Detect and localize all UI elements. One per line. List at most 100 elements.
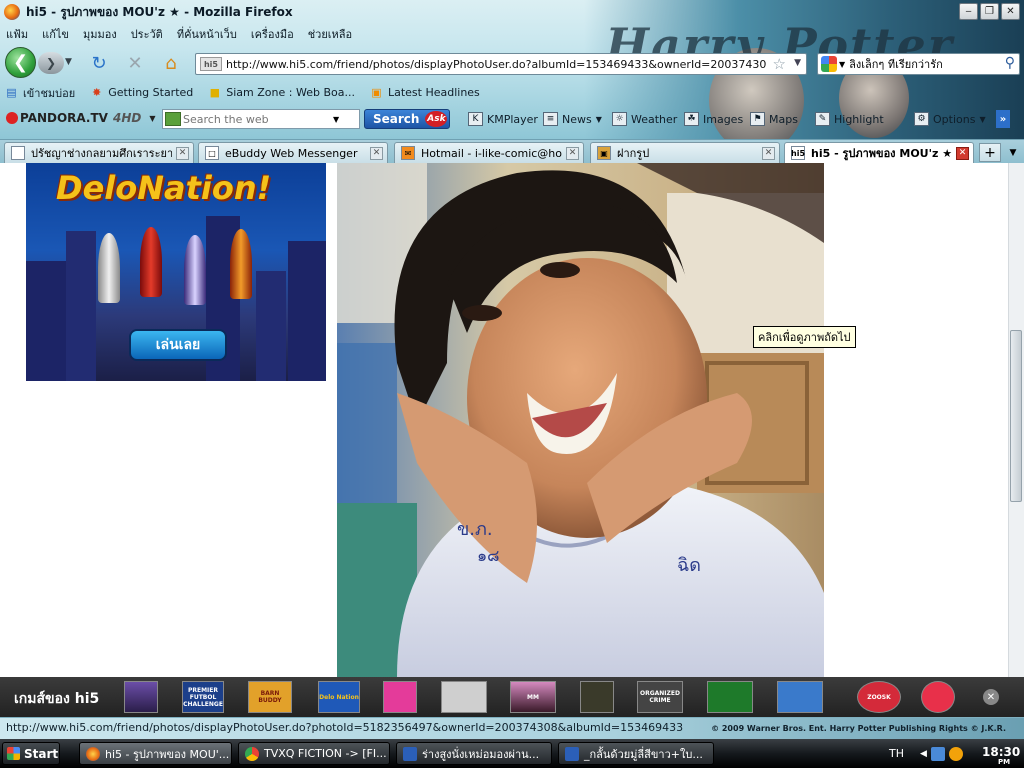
game-thumb[interactable]: [441, 681, 487, 713]
stop-icon[interactable]: ✕: [124, 52, 146, 74]
game-label: Delo Nation: [319, 693, 359, 701]
profile-photo[interactable]: ข.ภ. ๑๘ ฉิด: [337, 163, 824, 677]
game-thumb[interactable]: [777, 681, 823, 713]
menu-view[interactable]: มุมมอง: [83, 25, 117, 43]
tab-5-active[interactable]: hi5 hi5 - รูปภาพของ MOU'z ★ ✕: [784, 142, 974, 163]
tab-close-icon[interactable]: ✕: [176, 146, 189, 160]
bookmark-getting-started[interactable]: ✸ Getting Started: [89, 86, 193, 100]
hi5-games-bar: เกมส์ของ hi5 PREMIER FUTBOL CHALLENGE BA…: [0, 677, 1024, 717]
taskbar-item-word-1[interactable]: ร่างสูงนั่งเหม่อมองผ่าน...: [396, 742, 552, 765]
forward-button[interactable]: ❯: [38, 52, 64, 74]
url-bar[interactable]: hi5 ☆ ▼: [195, 53, 807, 75]
engine-dropdown-icon[interactable]: ▼: [839, 60, 845, 69]
menu-history[interactable]: ประวัติ: [131, 25, 163, 43]
taskbar-item-firefox[interactable]: hi5 - รูปภาพของ MOU'...: [79, 742, 232, 765]
game-thumb[interactable]: [580, 681, 614, 713]
toolbar-options[interactable]: ⚙ Options ▼: [914, 112, 986, 126]
pandora-tv-button[interactable]: PANDORA.TV 4HD ▼: [6, 111, 155, 125]
tab-4[interactable]: ▣ ฝากรูป ✕: [590, 142, 780, 163]
tab-3[interactable]: ✉ Hotmail - i-like-comic@hotm... ✕: [394, 142, 584, 163]
search-input[interactable]: [849, 57, 990, 71]
game-thumb[interactable]: [707, 681, 753, 713]
taskbar-item-label: hi5 - รูปภาพของ MOU'...: [105, 747, 230, 761]
ask-search-input[interactable]: [183, 112, 333, 126]
bookmark-most-visited[interactable]: ▤ เข้าชมบ่อย: [4, 84, 75, 102]
browser-chrome: Harry Potter hi5 - รูปภาพของ MOU'z ★ - M…: [0, 0, 1024, 163]
search-bar[interactable]: ▼ ⚲: [817, 53, 1020, 75]
menu-bookmarks[interactable]: ที่คั่นหน้าเว็บ: [177, 25, 237, 43]
toolbar-kmplayer[interactable]: K KMPlayer: [468, 112, 538, 126]
ask-search-button[interactable]: Search Ask: [364, 109, 450, 129]
games-bar-close-icon[interactable]: ✕: [983, 689, 999, 705]
tab-close-icon[interactable]: ✕: [370, 146, 383, 160]
bookmark-siam-zone[interactable]: ■ Siam Zone : Web Boa...: [207, 86, 355, 100]
tab-close-icon[interactable]: ✕: [956, 146, 969, 160]
game-thumb[interactable]: [383, 681, 417, 713]
new-tab-button[interactable]: +: [979, 143, 1001, 162]
game-thumb-heart[interactable]: [921, 681, 955, 713]
menu-file[interactable]: แฟ้ม: [6, 25, 28, 43]
minimize-button[interactable]: ‒: [959, 3, 978, 20]
maximize-button[interactable]: ❐: [980, 3, 999, 20]
ask-search-dropdown-icon[interactable]: ▼: [333, 115, 339, 124]
tab-close-icon[interactable]: ✕: [762, 146, 775, 160]
toolbar-news[interactable]: ≡ News ▼: [543, 112, 602, 126]
play-now-button[interactable]: เล่นเลย: [129, 329, 227, 361]
game-thumb-premier-futbol[interactable]: PREMIER FUTBOL CHALLENGE: [182, 681, 224, 713]
system-clock[interactable]: 18:30 PM: [982, 745, 1021, 766]
language-indicator[interactable]: TH: [889, 747, 904, 760]
network-icon[interactable]: [930, 747, 945, 761]
history-dropdown-icon[interactable]: ▼: [65, 57, 72, 67]
status-bar: http://www.hi5.com/friend/photos/display…: [0, 717, 1024, 739]
reload-icon[interactable]: ↻: [88, 52, 110, 74]
menu-help[interactable]: ช่วยเหลือ: [308, 25, 352, 43]
url-input[interactable]: [226, 57, 766, 71]
bookmark-star-icon[interactable]: ☆: [773, 55, 786, 73]
bookmark-latest-headlines[interactable]: ▣ Latest Headlines: [369, 86, 480, 100]
menu-edit[interactable]: แก้ไข: [42, 25, 69, 43]
game-thumb-zoosk[interactable]: ZOOSK: [857, 681, 901, 713]
clock-time: 18:30: [982, 745, 1021, 759]
toolbar-highlight[interactable]: ✎ Highlight: [815, 112, 884, 126]
toolbar-item-label: Options: [933, 112, 976, 126]
site-identity-icon[interactable]: hi5: [200, 57, 222, 71]
tab-1[interactable]: ปรัชญาช่างกลยามศึกเราระยา... ✕: [4, 142, 194, 163]
game-label: ORGANIZED CRIME: [640, 690, 680, 704]
toolbar-weather[interactable]: ☼ Weather: [612, 112, 677, 126]
tab-2[interactable]: □ eBuddy Web Messenger ✕: [198, 142, 388, 163]
home-icon[interactable]: ⌂: [160, 52, 182, 74]
options-dropdown-icon[interactable]: ▼: [979, 115, 985, 124]
taskbar-item-word-2[interactable]: _กลั้นด้วยมู่ลี่สีขาว+ใบ...: [558, 742, 714, 765]
menu-tools[interactable]: เครื่องมือ: [251, 25, 294, 43]
news-dropdown-icon[interactable]: ▼: [596, 115, 602, 124]
start-button[interactable]: Start: [2, 742, 60, 765]
close-button[interactable]: ✕: [1001, 3, 1020, 20]
taskbar-item-chrome[interactable]: TVXQ FICTION -> [FI...: [238, 742, 390, 765]
rss-feed-icon: ▣: [371, 86, 382, 99]
game-thumb-mm[interactable]: MM: [510, 681, 556, 713]
tray-expand-icon[interactable]: ◀: [920, 749, 927, 759]
photo-image[interactable]: ข.ภ. ๑๘ ฉิด: [337, 163, 824, 677]
game-thumb-delonation[interactable]: Delo Nation: [318, 681, 360, 713]
search-magnifier-icon[interactable]: ⚲: [1005, 55, 1015, 71]
scrollbar-thumb[interactable]: [1010, 330, 1022, 502]
game-thumb[interactable]: [124, 681, 158, 713]
chrome-icon: [245, 746, 259, 761]
url-dropdown-icon[interactable]: ▼: [794, 58, 801, 68]
game-thumb-organized-crime[interactable]: ORGANIZED CRIME: [637, 681, 683, 713]
shirt-text-left-2: ๑๘: [477, 546, 500, 565]
google-engine-icon[interactable]: [821, 56, 837, 72]
delonation-game-ad[interactable]: DeloNation! เล่นเลย: [26, 163, 326, 381]
pandora-dropdown-icon[interactable]: ▼: [149, 114, 155, 123]
back-button[interactable]: ❮: [5, 47, 36, 78]
tab-list-dropdown-icon[interactable]: ▼: [1005, 143, 1021, 162]
game-thumb-barn-buddy[interactable]: BARN BUDDY: [248, 681, 292, 713]
firefox-icon[interactable]: [4, 4, 20, 20]
tab-close-icon[interactable]: ✕: [566, 146, 579, 160]
ask-search-box[interactable]: ▼: [162, 109, 360, 129]
toolbar-images[interactable]: ☘ Images: [684, 112, 743, 126]
toolbar-maps[interactable]: ⚑ Maps: [750, 112, 798, 126]
ask-engine-icon[interactable]: [165, 112, 181, 126]
toolbar-overflow-chevron-icon[interactable]: »: [996, 110, 1010, 128]
tray-app-icon[interactable]: [948, 747, 963, 761]
